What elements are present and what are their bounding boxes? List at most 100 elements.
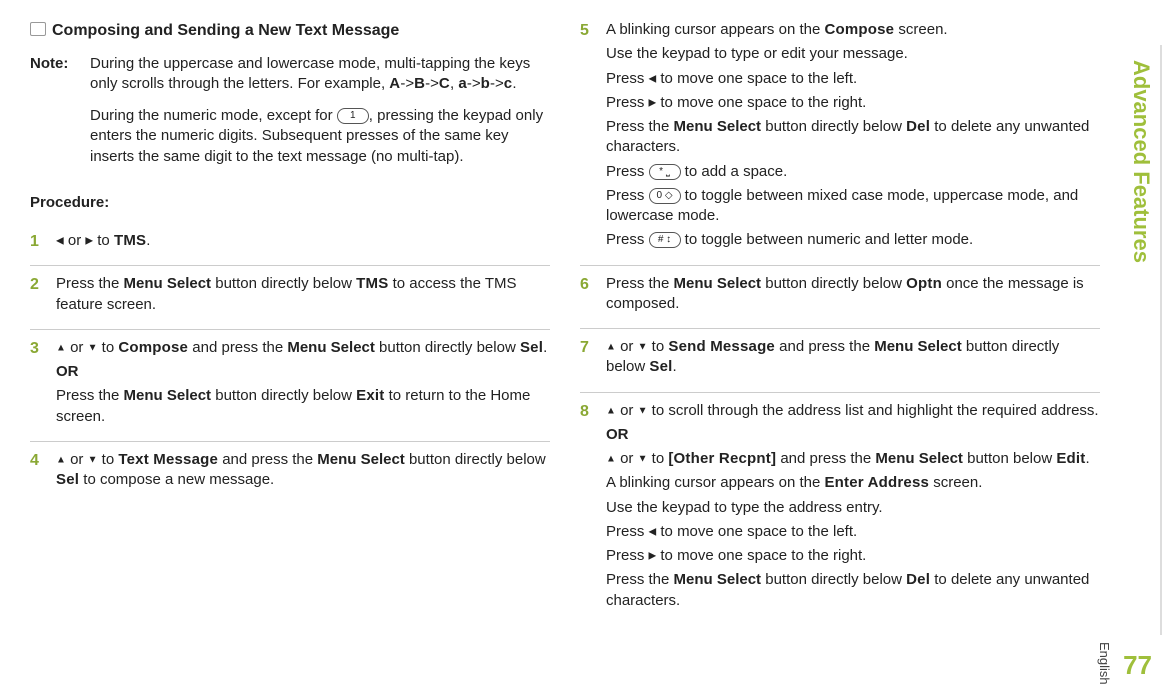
keycap-1-icon: 1	[337, 108, 369, 124]
or-bold: OR	[606, 426, 629, 443]
text: to move one space to the left.	[656, 523, 857, 540]
page-number: 77	[1123, 650, 1152, 681]
step-number: 6	[580, 274, 606, 319]
section-tab: Advanced Features	[1128, 60, 1154, 263]
step-body: Press the Menu Select button directly be…	[56, 274, 550, 319]
text: Press	[606, 70, 649, 87]
or-text: or	[616, 450, 638, 467]
ui-label: Edit	[1056, 450, 1085, 467]
text: to toggle between numeric and letter mod…	[681, 231, 974, 248]
step-body: ▲ or ▼ to scroll through the address lis…	[606, 401, 1100, 615]
step-number: 2	[30, 274, 56, 319]
arrow: ->	[400, 75, 414, 92]
ui-label: Sel	[649, 358, 672, 375]
text: screen.	[894, 21, 947, 38]
punct: .	[543, 339, 547, 356]
step-number: 1	[30, 231, 56, 255]
step-3: 3 ▲ or ▼ to Compose and press the Menu S…	[30, 330, 550, 442]
step-body: Press the Menu Select button directly be…	[606, 274, 1100, 319]
text: to add a space.	[681, 163, 788, 180]
text: Use the keypad to type the address entry…	[606, 498, 1100, 518]
ui-bold: Menu Select	[874, 338, 962, 355]
text: Press the	[606, 118, 674, 135]
ui-label: Sel	[56, 471, 79, 488]
ui-bold: Menu Select	[124, 387, 212, 404]
text: to scroll through the address list and h…	[648, 402, 1099, 419]
step-body: ▲ or ▼ to Text Message and press the Men…	[56, 450, 550, 495]
text: Use the keypad to type or edit your mess…	[606, 44, 1100, 64]
ui-bold: Menu Select	[317, 451, 405, 468]
language-label: English	[1097, 642, 1112, 685]
text: A blinking cursor appears on the	[606, 21, 824, 38]
text: and press the	[775, 338, 874, 355]
step-body: ◀ or ▶ to TMS.	[56, 231, 550, 255]
text: Press the	[606, 275, 674, 292]
step-2: 2 Press the Menu Select button directly …	[30, 266, 550, 330]
down-arrow-icon: ▼	[88, 342, 98, 353]
text: Press	[606, 547, 649, 564]
ui-bold: Menu Select	[674, 118, 762, 135]
left-column: Composing and Sending a New Text Message…	[30, 20, 550, 625]
arrow: ->	[467, 75, 481, 92]
text: button directly below	[405, 451, 546, 468]
to-text: to	[98, 339, 119, 356]
code-text: b	[481, 75, 490, 92]
step-4: 4 ▲ or ▼ to Text Message and press the M…	[30, 442, 550, 505]
or-text: or	[616, 338, 638, 355]
text: Press	[606, 187, 649, 204]
up-arrow-icon: ▲	[606, 405, 616, 416]
keycap-zero-icon: 0 ◇	[649, 188, 681, 204]
book-icon	[30, 22, 46, 36]
ui-label: TMS	[356, 275, 388, 292]
step-number: 4	[30, 450, 56, 495]
text: to move one space to the right.	[656, 547, 866, 564]
ui-label: Compose	[824, 21, 894, 38]
text: button directly below	[211, 387, 356, 404]
up-arrow-icon: ▲	[606, 453, 616, 464]
text: and press the	[188, 339, 287, 356]
down-arrow-icon: ▼	[638, 453, 648, 464]
note-body: During the uppercase and lowercase mode,…	[90, 54, 550, 179]
text: Press	[606, 231, 649, 248]
to-text: to	[648, 450, 669, 467]
note-label: Note:	[30, 54, 90, 179]
text: Press	[606, 163, 649, 180]
step-number: 7	[580, 337, 606, 382]
text: Press	[606, 94, 649, 111]
code-text: C	[439, 75, 450, 92]
step-8: 8 ▲ or ▼ to scroll through the address l…	[580, 393, 1100, 625]
code-text: A	[389, 75, 400, 92]
or-text: or	[66, 339, 88, 356]
note-text: During the numeric mode, except for	[90, 107, 337, 124]
text: button below	[963, 450, 1056, 467]
arrow: ->	[425, 75, 439, 92]
ui-bold: Menu Select	[124, 275, 212, 292]
page-body: Composing and Sending a New Text Message…	[0, 0, 1162, 645]
punct: .	[1085, 450, 1089, 467]
right-arrow-icon: ▶	[85, 235, 93, 246]
step-7: 7 ▲ or ▼ to Send Message and press the M…	[580, 329, 1100, 393]
ui-bold: Menu Select	[674, 571, 762, 588]
ui-label: Compose	[118, 339, 188, 356]
code-text: a	[458, 75, 467, 92]
ui-label: Del	[906, 571, 930, 588]
step-number: 5	[580, 20, 606, 255]
step-1: 1 ◀ or ▶ to TMS.	[30, 223, 550, 266]
up-arrow-icon: ▲	[56, 342, 66, 353]
step-body: A blinking cursor appears on the Compose…	[606, 20, 1100, 255]
text: A blinking cursor appears on the	[606, 474, 824, 491]
or-text: or	[616, 402, 638, 419]
punct: .	[512, 75, 516, 92]
ui-label: Optn	[906, 275, 942, 292]
ui-label: Exit	[356, 387, 384, 404]
ui-label: [Other Recpnt]	[668, 450, 776, 467]
text: button directly below	[761, 118, 906, 135]
text: button directly below	[761, 275, 906, 292]
up-arrow-icon: ▲	[56, 454, 66, 465]
to-text: to	[648, 338, 669, 355]
code-text: B	[414, 75, 425, 92]
heading-text: Composing and Sending a New Text Message	[52, 22, 399, 39]
or-bold: OR	[56, 363, 79, 380]
keycap-hash-icon: # ↕	[649, 232, 681, 248]
step-number: 8	[580, 401, 606, 615]
